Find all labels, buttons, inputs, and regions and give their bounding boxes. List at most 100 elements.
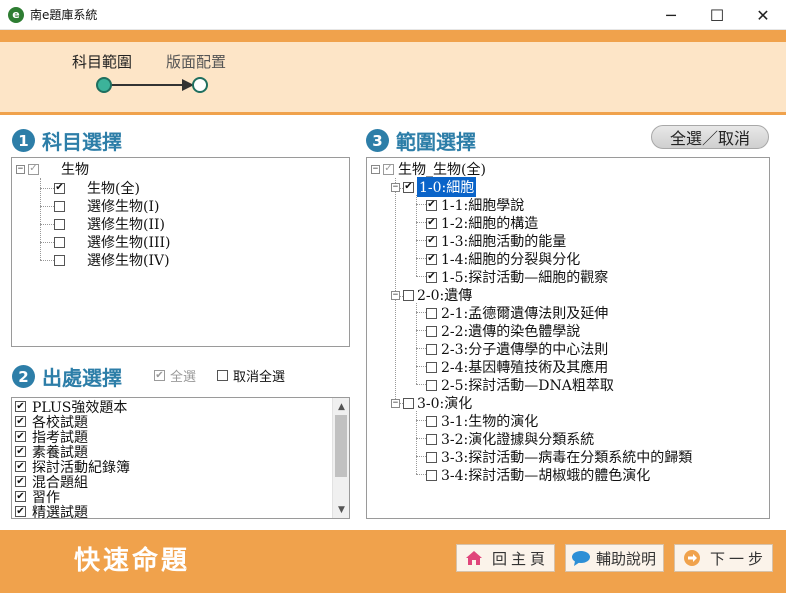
- checkbox-icon[interactable]: [403, 289, 414, 301]
- subject-item[interactable]: 選修生物(IV): [54, 251, 170, 269]
- range-tree-panel: − ✓ 生物_生物(全) − ✔ 1-0:細胞 ✔ 1-1:細胞學說 ✔ 1-2:細…: [366, 157, 770, 519]
- footer-title: 快速命題: [74, 546, 191, 576]
- range-item-label: 2-1:孟德爾遺傳法則及延伸: [441, 306, 609, 322]
- window-title: 南e題庫系統: [30, 8, 98, 22]
- checkbox-icon[interactable]: [426, 415, 437, 427]
- range-item[interactable]: 3-4:探討活動—胡椒蛾的體色演化: [426, 466, 650, 484]
- range-item[interactable]: ✔ 1-4:細胞的分裂與分化: [426, 250, 580, 268]
- checkbox-icon[interactable]: ✓: [383, 163, 394, 175]
- step-number-1: 1: [12, 129, 35, 152]
- checkbox-icon[interactable]: [426, 379, 437, 391]
- checkbox-icon[interactable]: [426, 433, 437, 445]
- range-item[interactable]: 3-1:生物的演化: [426, 412, 538, 430]
- checkbox-icon[interactable]: ✓: [28, 163, 39, 175]
- source-item[interactable]: ✔ 精選試題: [15, 504, 88, 518]
- wizard-step-dot-active: [96, 77, 112, 93]
- checkbox-icon[interactable]: [426, 307, 437, 319]
- wizard-divider: [0, 112, 786, 115]
- range-item[interactable]: ✔ 1-5:探討活動—細胞的觀察: [426, 268, 608, 286]
- checkbox-checked-icon[interactable]: ✔: [403, 181, 414, 193]
- scroll-thumb[interactable]: [335, 415, 347, 477]
- checkbox-icon[interactable]: [54, 200, 65, 212]
- source-select-all[interactable]: ✔ 全選: [154, 366, 196, 385]
- range-item[interactable]: 2-3:分子遺傳學的中心法則: [426, 340, 608, 358]
- select-all-toggle-button[interactable]: 全選／取消: [651, 125, 769, 149]
- checkbox-checked-icon[interactable]: ✔: [154, 370, 165, 381]
- next-button[interactable]: 下一步: [674, 544, 773, 572]
- collapse-icon[interactable]: −: [391, 182, 400, 192]
- range-heading-text: 範圍選擇: [396, 130, 476, 154]
- step-number-3: 3: [366, 129, 389, 152]
- collapse-icon[interactable]: −: [391, 398, 400, 408]
- checkbox-icon[interactable]: [426, 343, 437, 355]
- range-item[interactable]: ✔ 1-1:細胞學說: [426, 196, 524, 214]
- subject-item-label: 選修生物(III): [87, 235, 171, 251]
- scroll-down-icon[interactable]: ▼: [333, 501, 349, 518]
- chapter-node[interactable]: − ✔ 1-0:細胞: [391, 177, 477, 197]
- help-button-label: 輔助說明: [596, 549, 657, 568]
- range-tree-root[interactable]: − ✓ 生物_生物(全): [371, 160, 486, 178]
- subject-item[interactable]: 選修生物(II): [54, 215, 165, 233]
- wizard-step-subject: 科目範圍: [72, 53, 133, 71]
- source-scrollbar[interactable]: ▲ ▼: [332, 398, 349, 518]
- select-all-label: 全選: [170, 370, 197, 385]
- checkbox-checked-icon[interactable]: ✔: [426, 271, 437, 283]
- chapter-node[interactable]: − 3-0:演化: [391, 394, 472, 412]
- collapse-icon[interactable]: −: [391, 290, 400, 300]
- subject-item-label: 選修生物(I): [87, 199, 160, 215]
- scroll-up-icon[interactable]: ▲: [333, 398, 349, 415]
- checkbox-icon[interactable]: [217, 370, 228, 381]
- checkbox-checked-icon[interactable]: ✔: [54, 182, 65, 194]
- chapter-label: 3-0:演化: [417, 396, 473, 412]
- close-button[interactable]: ✕: [740, 0, 786, 30]
- checkbox-icon[interactable]: [426, 361, 437, 373]
- help-button[interactable]: 輔助說明: [565, 544, 664, 572]
- checkbox-icon[interactable]: [403, 397, 414, 409]
- deselect-all-label: 取消全選: [233, 370, 286, 385]
- range-item-label: 1-3:細胞活動的能量: [441, 234, 567, 250]
- chapter-node[interactable]: − 2-0:遺傳: [391, 286, 472, 304]
- range-item-label: 2-4:基因轉殖技術及其應用: [441, 360, 609, 376]
- range-item[interactable]: ✔ 1-3:細胞活動的能量: [426, 232, 566, 250]
- checkbox-checked-icon[interactable]: ✔: [426, 235, 437, 247]
- subject-item[interactable]: ✔ 生物(全): [54, 179, 140, 197]
- range-item[interactable]: 2-1:孟德爾遺傳法則及延伸: [426, 304, 608, 322]
- subject-item-label: 選修生物(II): [87, 217, 165, 233]
- home-button[interactable]: 回主頁: [456, 544, 555, 572]
- subject-heading: 1 科目選擇: [12, 126, 122, 155]
- range-item[interactable]: ✔ 1-2:細胞的構造: [426, 214, 538, 232]
- checkbox-checked-icon[interactable]: ✔: [15, 491, 26, 502]
- checkbox-checked-icon[interactable]: ✔: [15, 446, 26, 457]
- subject-item[interactable]: 選修生物(III): [54, 233, 171, 251]
- collapse-icon[interactable]: −: [371, 164, 380, 174]
- minimize-button[interactable]: ─: [648, 0, 694, 30]
- wizard-step-dot-inactive: [192, 77, 208, 93]
- checkbox-icon[interactable]: [54, 218, 65, 230]
- checkbox-checked-icon[interactable]: ✔: [426, 217, 437, 229]
- subject-tree-root[interactable]: − ✓ 生物: [16, 160, 89, 178]
- checkbox-checked-icon[interactable]: ✔: [15, 416, 26, 427]
- checkbox-icon[interactable]: [54, 236, 65, 248]
- checkbox-icon[interactable]: [426, 451, 437, 463]
- checkbox-checked-icon[interactable]: ✔: [15, 476, 26, 487]
- wizard-step-layout: 版面配置: [166, 53, 227, 71]
- checkbox-icon[interactable]: [426, 325, 437, 337]
- maximize-button[interactable]: ☐: [694, 0, 740, 30]
- checkbox-checked-icon[interactable]: ✔: [426, 199, 437, 211]
- checkbox-checked-icon[interactable]: ✔: [426, 253, 437, 265]
- checkbox-icon[interactable]: [426, 469, 437, 481]
- checkbox-checked-icon[interactable]: ✔: [15, 506, 26, 517]
- range-item[interactable]: 2-5:探討活動—DNA粗萃取: [426, 376, 614, 394]
- range-item[interactable]: 3-2:演化證據與分類系統: [426, 430, 594, 448]
- checkbox-checked-icon[interactable]: ✔: [15, 431, 26, 442]
- range-item[interactable]: 2-2:遺傳的染色體學說: [426, 322, 580, 340]
- subject-item[interactable]: 選修生物(I): [54, 197, 159, 215]
- collapse-icon[interactable]: −: [16, 164, 25, 174]
- checkbox-checked-icon[interactable]: ✔: [15, 461, 26, 472]
- range-item[interactable]: 3-3:探討活動—病毒在分類系統中的歸類: [426, 448, 692, 466]
- checkbox-checked-icon[interactable]: ✔: [15, 401, 26, 412]
- source-deselect-all[interactable]: 取消全選: [217, 366, 285, 385]
- range-item[interactable]: 2-4:基因轉殖技術及其應用: [426, 358, 608, 376]
- checkbox-icon[interactable]: [54, 254, 65, 266]
- source-heading: 2 出處選擇: [12, 362, 122, 391]
